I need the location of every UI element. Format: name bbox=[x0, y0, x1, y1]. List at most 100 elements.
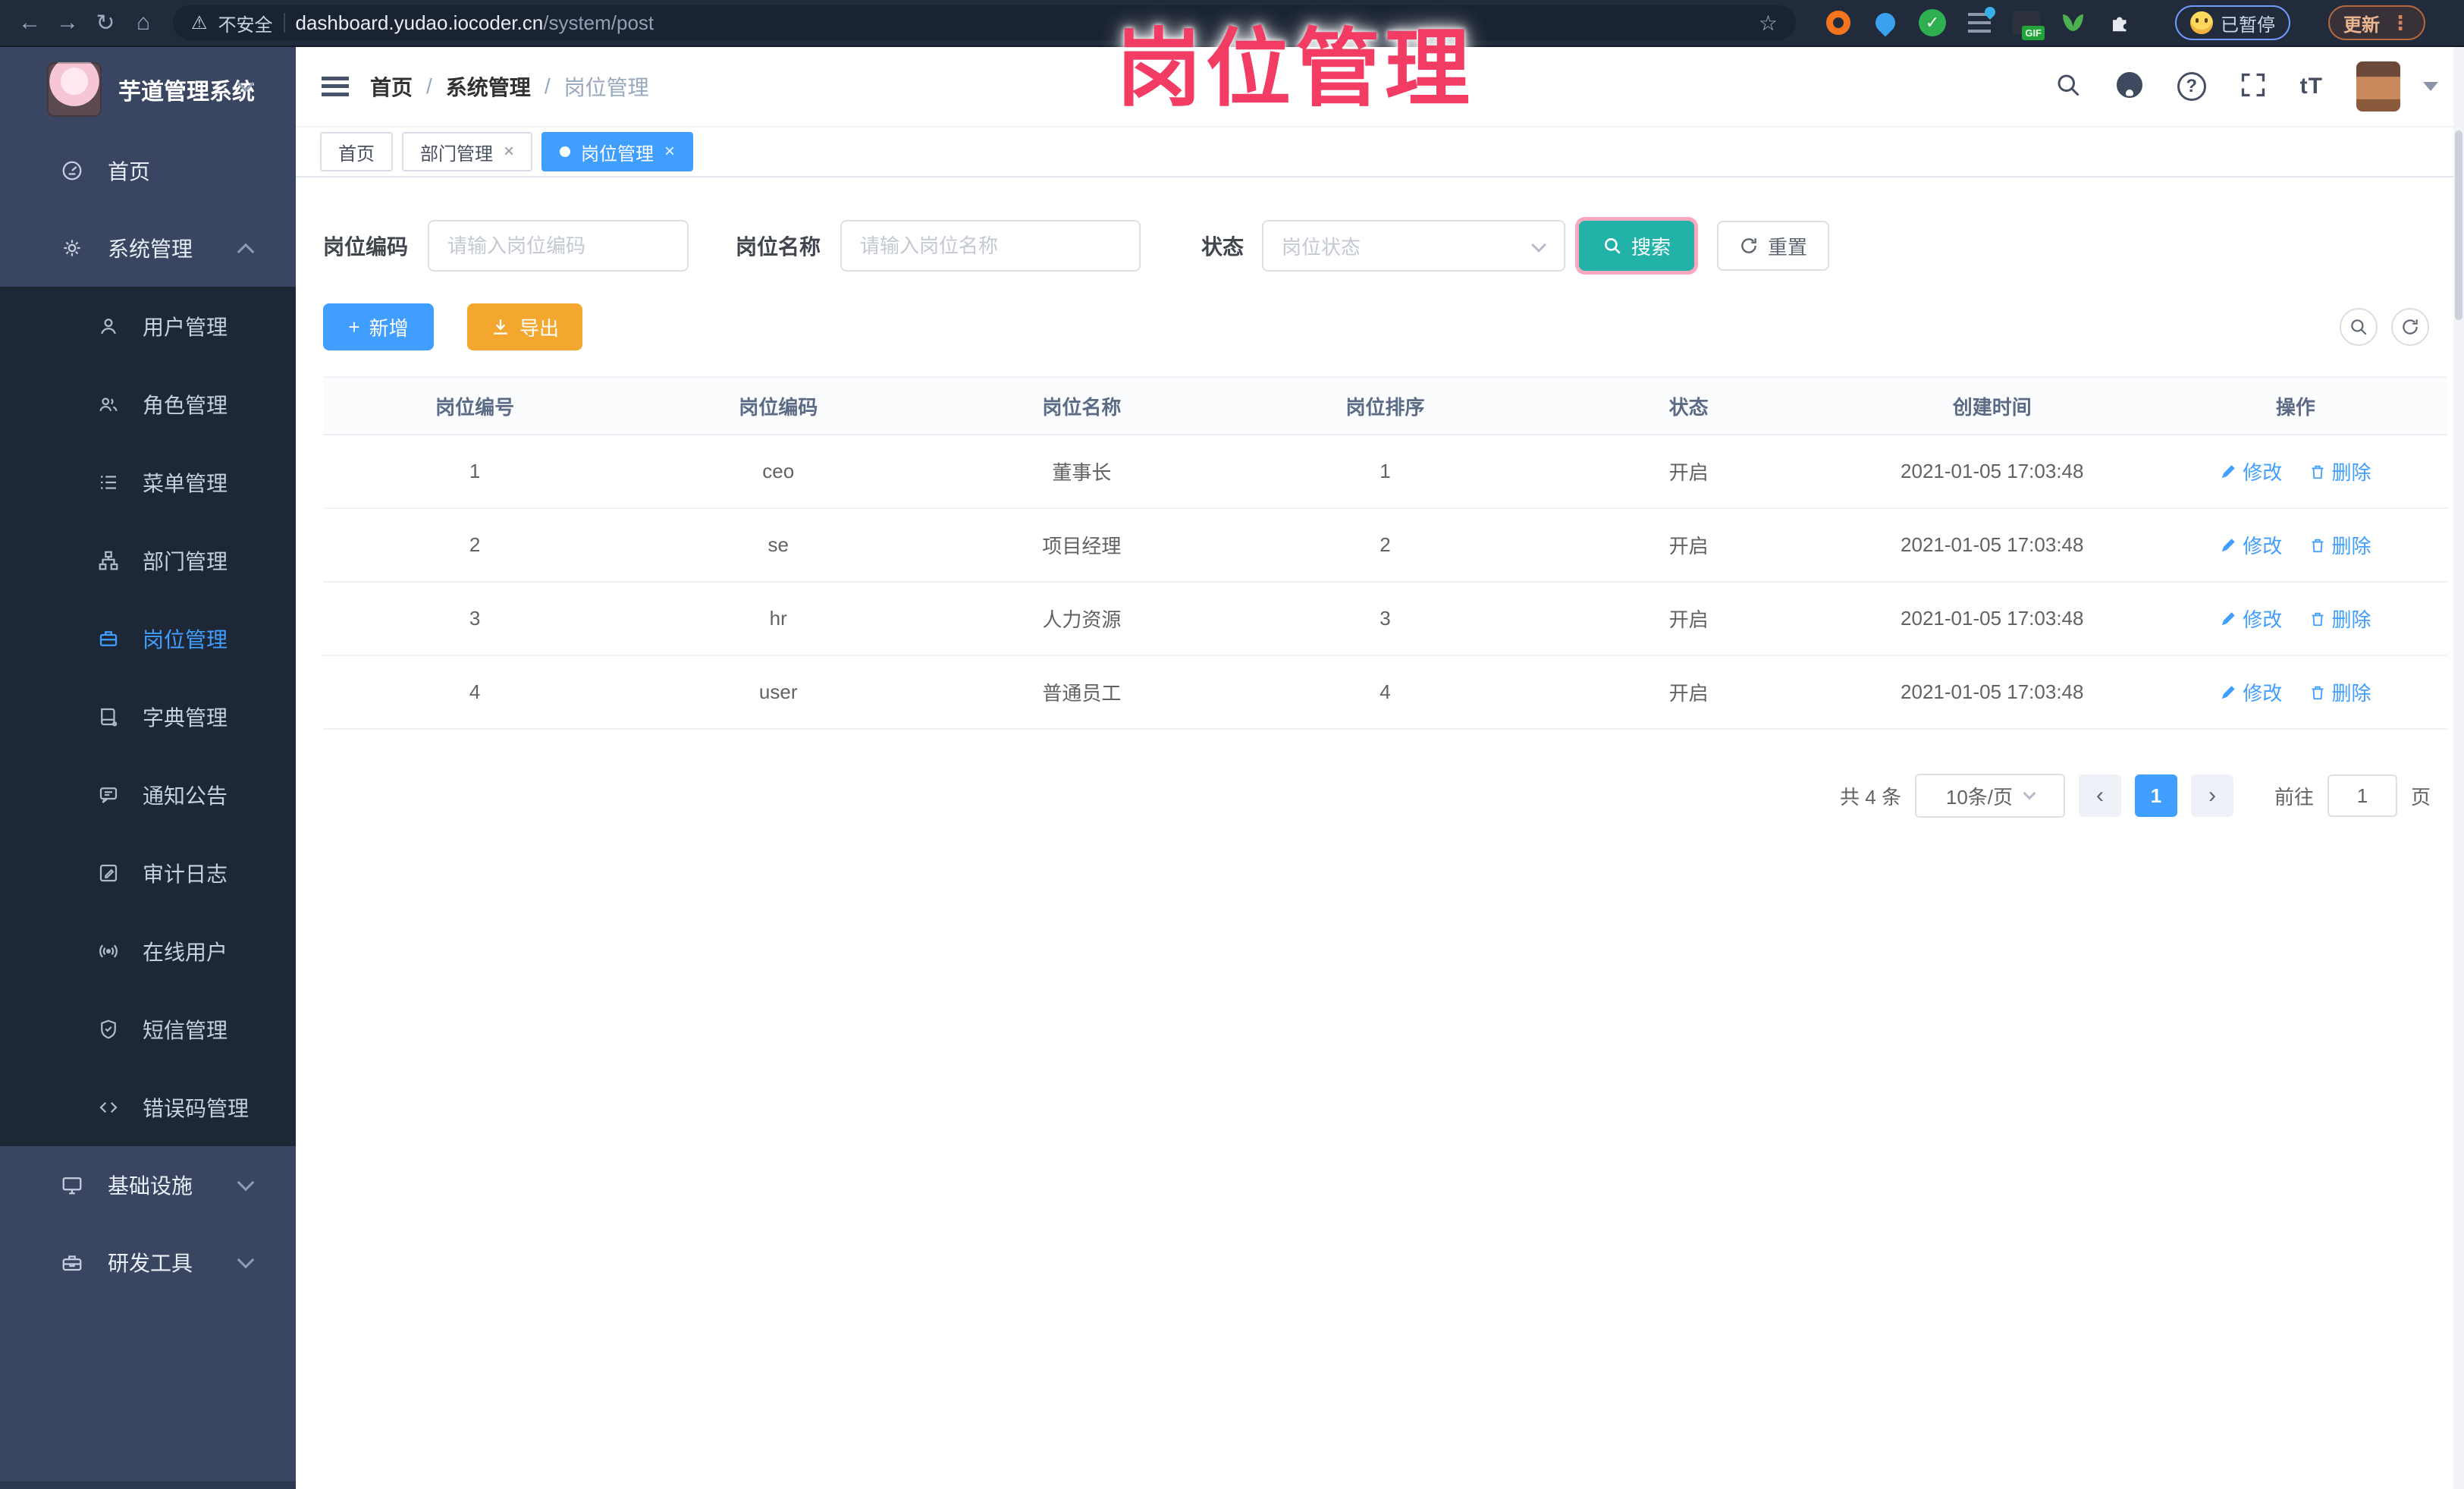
close-icon[interactable]: × bbox=[504, 141, 514, 162]
close-icon[interactable]: × bbox=[664, 141, 675, 162]
post-code-input[interactable] bbox=[428, 220, 689, 272]
search-icon[interactable] bbox=[2054, 71, 2082, 102]
delete-link[interactable]: 删除 bbox=[2309, 678, 2371, 706]
address-bar[interactable]: ⚠ 不安全 dashboard.yudao.iocoder.cn/system/… bbox=[173, 5, 1796, 40]
extension-icon-check[interactable] bbox=[1919, 9, 1946, 36]
profile-paused-badge[interactable]: 已暂停 bbox=[2175, 5, 2290, 40]
sidebar-item-devtools[interactable]: 研发工具 bbox=[0, 1224, 296, 1301]
org-tree-icon bbox=[99, 551, 118, 570]
back-icon[interactable]: ← bbox=[12, 5, 47, 40]
sidebar-item-infrastructure[interactable]: 基础设施 bbox=[0, 1146, 296, 1224]
sidebar-item-label: 短信管理 bbox=[143, 1018, 228, 1042]
status-select-placeholder: 岗位状态 bbox=[1282, 235, 1361, 259]
monitor-icon bbox=[62, 1177, 82, 1195]
edit-link[interactable]: 修改 bbox=[2220, 678, 2282, 706]
user-avatar[interactable] bbox=[2356, 61, 2400, 112]
reset-button[interactable]: 重置 bbox=[1717, 221, 1830, 271]
help-icon[interactable]: ? bbox=[2177, 72, 2206, 101]
next-page-button[interactable]: › bbox=[2190, 774, 2233, 817]
edit-link[interactable]: 修改 bbox=[2220, 531, 2282, 559]
sidebar-item-label: 审计日志 bbox=[143, 862, 228, 886]
hamburger-icon[interactable] bbox=[322, 77, 349, 96]
cell-name: 董事长 bbox=[930, 435, 1234, 509]
github-icon[interactable] bbox=[2115, 71, 2144, 103]
refresh-table-button[interactable] bbox=[2391, 308, 2429, 346]
tab-home[interactable]: 首页 bbox=[320, 132, 393, 171]
extension-icon-plant[interactable] bbox=[2060, 9, 2087, 36]
sidebar-item-audit-log[interactable]: 审计日志 bbox=[0, 74, 296, 912]
status-select[interactable]: 岗位状态 bbox=[1262, 220, 1566, 272]
caret-down-icon[interactable] bbox=[2423, 82, 2438, 91]
sidebar-item-error-code[interactable]: 错误码管理 bbox=[0, 1068, 296, 1146]
update-browser-button[interactable]: 更新 ⋮ bbox=[2328, 5, 2425, 40]
extension-icon-orange[interactable] bbox=[1825, 9, 1852, 36]
scrollbar-track[interactable] bbox=[2453, 47, 2464, 1489]
goto-page-input[interactable] bbox=[2327, 774, 2397, 817]
shield-icon bbox=[101, 1019, 116, 1038]
sidebar-item-dept-mgmt[interactable]: 部门管理 bbox=[0, 521, 296, 599]
edit-link[interactable]: 修改 bbox=[2220, 457, 2282, 485]
breadcrumb-separator: / bbox=[544, 74, 551, 98]
app-logo-row[interactable]: 芋道管理系统 bbox=[0, 47, 296, 132]
sidebar-item-label: 菜单管理 bbox=[143, 471, 228, 495]
add-button[interactable]: + 新增 bbox=[323, 303, 434, 350]
font-size-icon[interactable]: tT bbox=[2300, 74, 2323, 99]
hide-search-button[interactable] bbox=[2340, 308, 2378, 346]
table-row: 3 hr 人力资源 3 开启 2021-01-05 17:03:48 修改 删除 bbox=[323, 582, 2447, 656]
sidebar-item-sms-mgmt[interactable]: 短信管理 bbox=[0, 74, 296, 1068]
menu-dots-icon[interactable]: ⋮ bbox=[2390, 11, 2410, 35]
cell-sort: 3 bbox=[1233, 582, 1537, 656]
forward-icon[interactable]: → bbox=[50, 5, 85, 40]
breadcrumb-home[interactable]: 首页 bbox=[370, 71, 413, 102]
sidebar-item-menu-mgmt[interactable]: 菜单管理 bbox=[0, 443, 296, 521]
delete-link[interactable]: 删除 bbox=[2309, 531, 2371, 559]
fullscreen-icon[interactable] bbox=[2240, 71, 2267, 102]
sidebar-item-post-mgmt[interactable]: 岗位管理 bbox=[0, 599, 296, 677]
tab-label: 岗位管理 bbox=[581, 143, 654, 165]
table-row: 1 ceo 董事长 1 开启 2021-01-05 17:03:48 修改 删除 bbox=[323, 435, 2447, 509]
code-icon bbox=[99, 1101, 118, 1113]
cell-id: 1 bbox=[323, 435, 627, 509]
current-page-button[interactable]: 1 bbox=[2134, 774, 2177, 817]
delete-link[interactable]: 删除 bbox=[2309, 457, 2371, 485]
sidebar-item-dict-mgmt[interactable]: 字典管理 bbox=[0, 677, 296, 755]
extension-icon-sliders[interactable] bbox=[1966, 9, 1993, 36]
cell-sort: 2 bbox=[1233, 508, 1537, 583]
sidebar-item-label: 错误码管理 bbox=[143, 1096, 250, 1120]
extension-icon-pin[interactable] bbox=[1871, 8, 1900, 37]
edit-link[interactable]: 修改 bbox=[2220, 605, 2282, 633]
bookmark-star-icon[interactable]: ☆ bbox=[1759, 11, 1778, 36]
sidebar-item-system[interactable]: 系统管理 bbox=[0, 209, 296, 287]
sidebar-item-notice[interactable]: 通知公告 bbox=[0, 755, 296, 834]
prev-page-button[interactable]: ‹ bbox=[2078, 774, 2121, 817]
page-size-select[interactable]: 10条/页 bbox=[1914, 774, 2065, 818]
cell-status: 开启 bbox=[1536, 582, 1841, 656]
active-dot bbox=[560, 146, 571, 157]
sidebar-item-label: 基础设施 bbox=[108, 1174, 193, 1198]
export-button[interactable]: 导出 bbox=[467, 303, 582, 350]
cell-name: 普通员工 bbox=[930, 655, 1234, 730]
sidebar-item-online-users[interactable]: 在线用户 bbox=[0, 912, 296, 990]
book-icon bbox=[101, 708, 118, 726]
reload-icon[interactable]: ↻ bbox=[88, 5, 123, 40]
extension-icon-gif[interactable]: GIF bbox=[2013, 9, 2045, 40]
post-code-label: 岗位编码 bbox=[323, 235, 409, 259]
page-size-value: 10条/页 bbox=[1945, 785, 2014, 809]
delete-link[interactable]: 删除 bbox=[2309, 605, 2371, 633]
sidebar-item-home[interactable]: 首页 bbox=[0, 132, 296, 209]
tab-post-mgmt[interactable]: 岗位管理 × bbox=[541, 132, 694, 171]
post-name-input[interactable] bbox=[840, 220, 1141, 272]
pagination: 共 4 条 10条/页 ‹ 1 › 前往 页 bbox=[323, 774, 2447, 818]
sidebar-item-user-mgmt[interactable]: 用户管理 bbox=[0, 287, 296, 365]
home-icon[interactable]: ⌂ bbox=[126, 5, 161, 40]
tab-dept-mgmt[interactable]: 部门管理 × bbox=[402, 132, 533, 171]
col-post-code: 岗位编码 bbox=[626, 376, 931, 435]
breadcrumb-system[interactable]: 系统管理 bbox=[446, 71, 531, 102]
sidebar-item-role-mgmt[interactable]: 角色管理 bbox=[0, 365, 296, 443]
cell-code: user bbox=[626, 655, 931, 730]
scrollbar-thumb[interactable] bbox=[2455, 130, 2462, 320]
url-domain: dashboard.yudao.iocoder.cn bbox=[295, 11, 544, 34]
col-actions: 操作 bbox=[2143, 376, 2447, 435]
search-button[interactable]: 搜索 bbox=[1579, 221, 1695, 271]
extensions-puzzle-icon[interactable] bbox=[2107, 9, 2134, 36]
